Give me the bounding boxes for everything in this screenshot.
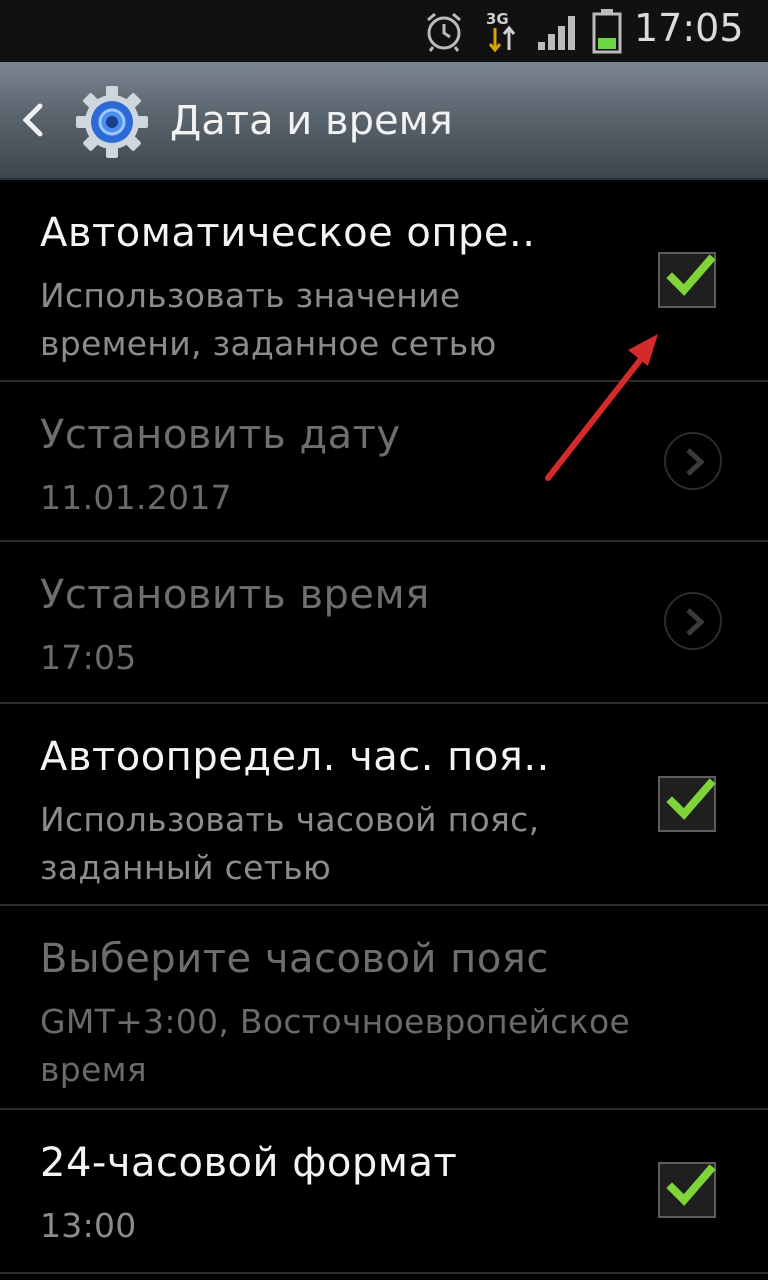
chevron-right-icon <box>664 592 722 650</box>
item-title: Автоопредел. час. поя.. <box>40 734 550 780</box>
signal-icon <box>538 16 575 50</box>
network-type-label: 3G <box>486 10 509 28</box>
list-item-24h-format[interactable]: 24-часовой формат 13:00 <box>0 1110 768 1274</box>
list-item-select-timezone[interactable]: Выберите часовой пояс GMT+3:00, Восточно… <box>0 906 768 1110</box>
check-icon <box>666 778 716 820</box>
status-bar: 3G 17:05 <box>0 0 768 62</box>
item-title: Установить время <box>40 572 430 618</box>
auto-time-checkbox[interactable] <box>658 252 716 308</box>
page-title: Дата и время <box>170 98 453 144</box>
list-item-auto-timezone[interactable]: Автоопредел. час. поя.. Использовать час… <box>0 704 768 906</box>
back-chevron-icon[interactable] <box>18 100 48 140</box>
item-title: Автоматическое опре.. <box>40 210 536 256</box>
battery-icon <box>592 9 622 54</box>
item-title: Выберите часовой пояс <box>40 936 549 982</box>
item-subtitle: 13:00 <box>40 1206 137 1245</box>
check-icon <box>666 1164 716 1206</box>
data-transfer-icon: 3G <box>486 10 516 53</box>
item-title: Установить дату <box>40 412 401 458</box>
item-subtitle: GMT+3:00, Восточноевропейское время <box>40 1002 631 1089</box>
check-icon <box>666 254 716 296</box>
annotation-arrow-icon <box>545 334 658 481</box>
alarm-icon <box>427 12 461 52</box>
item-subtitle: Использовать значение времени, заданное … <box>40 276 497 363</box>
gear-icon[interactable] <box>72 82 152 162</box>
item-subtitle: Использовать часовой пояс, заданный сеть… <box>40 800 540 887</box>
24h-format-checkbox[interactable] <box>658 1162 716 1218</box>
list-item-set-time[interactable]: Установить время 17:05 <box>0 542 768 704</box>
item-subtitle: 17:05 <box>40 638 137 677</box>
item-title: 24-часовой формат <box>40 1140 458 1186</box>
status-clock: 17:05 <box>634 6 744 50</box>
action-bar: Дата и время <box>0 62 768 180</box>
auto-timezone-checkbox[interactable] <box>658 776 716 832</box>
